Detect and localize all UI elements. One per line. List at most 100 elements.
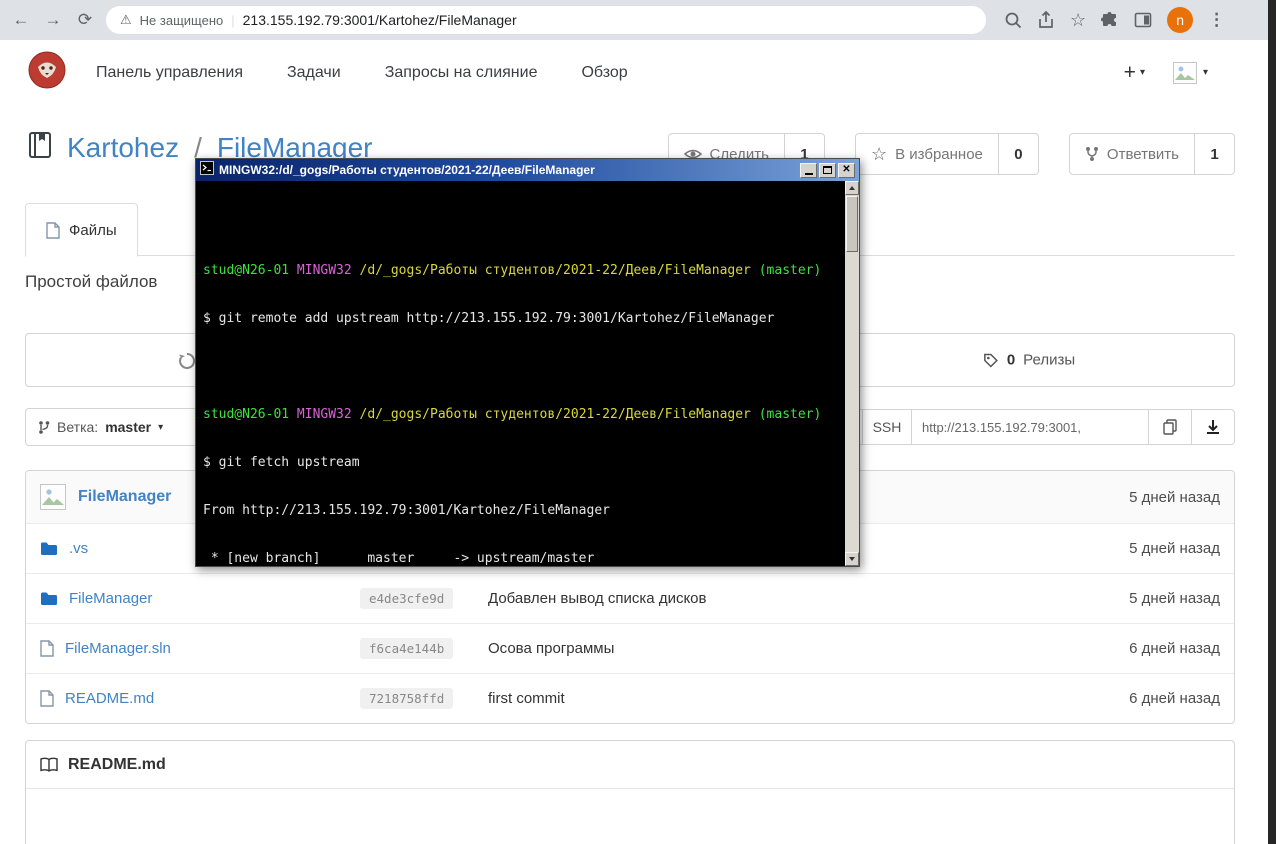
nav-item-dashboard[interactable]: Панель управления (96, 64, 243, 82)
user-avatar (1172, 61, 1197, 84)
download-button[interactable] (1191, 409, 1235, 445)
latest-commit-age: 5 дней назад (1129, 488, 1220, 506)
latest-commit-author-link[interactable]: FileManager (78, 488, 171, 506)
tab-files[interactable]: Файлы (25, 203, 138, 257)
star-group: ☆ В избранное 0 (854, 133, 1039, 175)
terminal-icon (200, 160, 214, 180)
close-button[interactable]: ✕ (838, 162, 855, 178)
screen: ← → ⟳ ⚠ Не защищено | 213.155.192.79:300… (0, 0, 1276, 844)
reload-icon[interactable]: ⟳ (74, 10, 96, 30)
tab-files-label: Файлы (69, 221, 117, 239)
branch-selector[interactable]: Ветка: master ▾ (25, 408, 205, 446)
not-secure-icon[interactable]: ⚠ (120, 12, 132, 28)
file-age: 5 дней назад (1129, 540, 1220, 557)
create-new-button[interactable]: + ▾ (1124, 61, 1145, 85)
commits-icon[interactable] (178, 352, 196, 375)
scrollbar-thumb[interactable] (846, 196, 858, 252)
fork-group: Ответвить 1 (1068, 133, 1235, 175)
ssh-toggle-button[interactable]: SSH (862, 409, 912, 445)
file-age: 6 дней назад (1129, 640, 1220, 657)
branch-name: master (105, 419, 152, 435)
window-controls: ✕ (800, 162, 855, 178)
security-label: Не защищено (139, 12, 224, 28)
branch-label: Ветка: (57, 419, 99, 435)
download-icon (1207, 420, 1219, 434)
scroll-up-icon[interactable] (845, 181, 859, 195)
bookmark-star-icon[interactable]: ☆ (1070, 10, 1086, 31)
minimize-button[interactable] (800, 162, 817, 178)
fork-count[interactable]: 1 (1195, 133, 1235, 175)
browser-toolbar: ← → ⟳ ⚠ Не защищено | 213.155.192.79:300… (0, 0, 1276, 40)
nav-item-pull-requests[interactable]: Запросы на слияние (385, 64, 538, 82)
zoom-icon[interactable] (1004, 11, 1022, 29)
readme-panel: README.md (25, 740, 1235, 844)
readme-title: README.md (68, 755, 166, 773)
branch-icon (39, 420, 50, 434)
share-icon[interactable] (1037, 11, 1055, 29)
navbar-right: + ▾ ▾ (1124, 61, 1208, 85)
extensions-icon[interactable] (1101, 11, 1119, 29)
nav-item-explore[interactable]: Обзор (581, 64, 627, 82)
clone-url-input[interactable] (922, 419, 1138, 435)
file-row-filemanager: FileManager e4de3cfe9d Добавлен вывод сп… (26, 573, 1234, 623)
star-count[interactable]: 0 (998, 133, 1039, 175)
chevron-down-icon: ▾ (1202, 67, 1208, 78)
maximize-icon (823, 166, 832, 174)
chevron-down-icon: ▾ (1139, 67, 1145, 78)
commit-message[interactable]: Осова программы (488, 640, 614, 657)
terminal-title: MINGW32:/d/_gogs/Работы студентов/2021-2… (219, 163, 595, 177)
file-icon (40, 690, 54, 707)
prompt-line: stud@N26-01 MINGW32 /d/_gogs/Работы студ… (203, 263, 822, 278)
repo-owner-link[interactable]: Kartohez (67, 132, 179, 164)
maximize-button[interactable] (819, 162, 836, 178)
star-label: В избранное (895, 145, 983, 163)
command-line: $ git remote add upstream http://213.155… (203, 311, 775, 326)
user-menu[interactable]: ▾ (1172, 61, 1208, 84)
commit-message[interactable]: first commit (488, 690, 565, 707)
releases-count: 0 (1006, 351, 1016, 369)
folder-icon (41, 542, 57, 555)
file-link[interactable]: FileManager (69, 590, 152, 607)
repo-description: Простой файлов (25, 272, 158, 291)
copy-url-button[interactable] (1148, 409, 1192, 445)
menu-dots-icon[interactable]: ⋮ (1208, 10, 1225, 30)
releases-link[interactable]: 0 Релизы (983, 352, 1075, 369)
plus-icon: + (1123, 60, 1136, 84)
terminal-output[interactable]: stud@N26-01 MINGW32 /d/_gogs/Работы студ… (196, 181, 845, 566)
terminal-window[interactable]: MINGW32:/d/_gogs/Работы студентов/2021-2… (195, 158, 860, 567)
terminal-scrollbar[interactable] (845, 181, 859, 566)
fork-icon (1085, 147, 1098, 161)
chevron-down-icon: ▾ (158, 421, 164, 433)
scroll-down-icon[interactable] (845, 552, 859, 566)
file-row-filemanager-sln: FileManager.sln f6ca4e144b Осова програм… (26, 623, 1234, 673)
file-age: 6 дней назад (1129, 690, 1220, 707)
commit-hash-link[interactable]: e4de3cfe9d (360, 588, 454, 609)
releases-label: Релизы (1023, 351, 1076, 369)
copy-icon (1163, 419, 1177, 435)
nav-item-issues[interactable]: Задачи (287, 64, 341, 82)
fork-button[interactable]: Ответвить (1068, 133, 1195, 175)
file-link[interactable]: FileManager.sln (65, 640, 171, 657)
split-screen-icon[interactable] (1134, 11, 1152, 29)
clone-url-group: HTTP SSH (809, 409, 1235, 445)
file-row-readme: README.md 7218758ffd first commit 6 дней… (26, 673, 1234, 723)
screen-edge-strip (1268, 0, 1276, 844)
back-icon[interactable]: ← (10, 10, 32, 30)
commit-message[interactable]: Добавлен вывод списка дисков (488, 590, 707, 607)
tag-icon (984, 353, 998, 368)
file-link[interactable]: .vs (69, 540, 88, 557)
profile-avatar[interactable]: n (1167, 7, 1194, 33)
forward-icon[interactable]: → (42, 10, 64, 30)
repo-icon (25, 130, 55, 165)
gogs-logo[interactable] (28, 51, 66, 94)
file-link[interactable]: README.md (65, 690, 154, 707)
output-line: * [new branch] master -> upstream/master (203, 551, 595, 566)
commit-hash-link[interactable]: 7218758ffd (360, 688, 454, 709)
gogs-menu: Панель управления Задачи Запросы на слия… (96, 64, 628, 82)
address-bar[interactable]: ⚠ Не защищено | 213.155.192.79:3001/Kart… (106, 6, 986, 34)
commit-hash-link[interactable]: f6ca4e144b (360, 638, 454, 659)
file-icon (40, 640, 54, 657)
output-line: From http://213.155.192.79:3001/Kartohez… (203, 503, 610, 518)
terminal-titlebar[interactable]: MINGW32:/d/_gogs/Работы студентов/2021-2… (196, 159, 859, 181)
star-button[interactable]: ☆ В избранное (854, 133, 999, 175)
